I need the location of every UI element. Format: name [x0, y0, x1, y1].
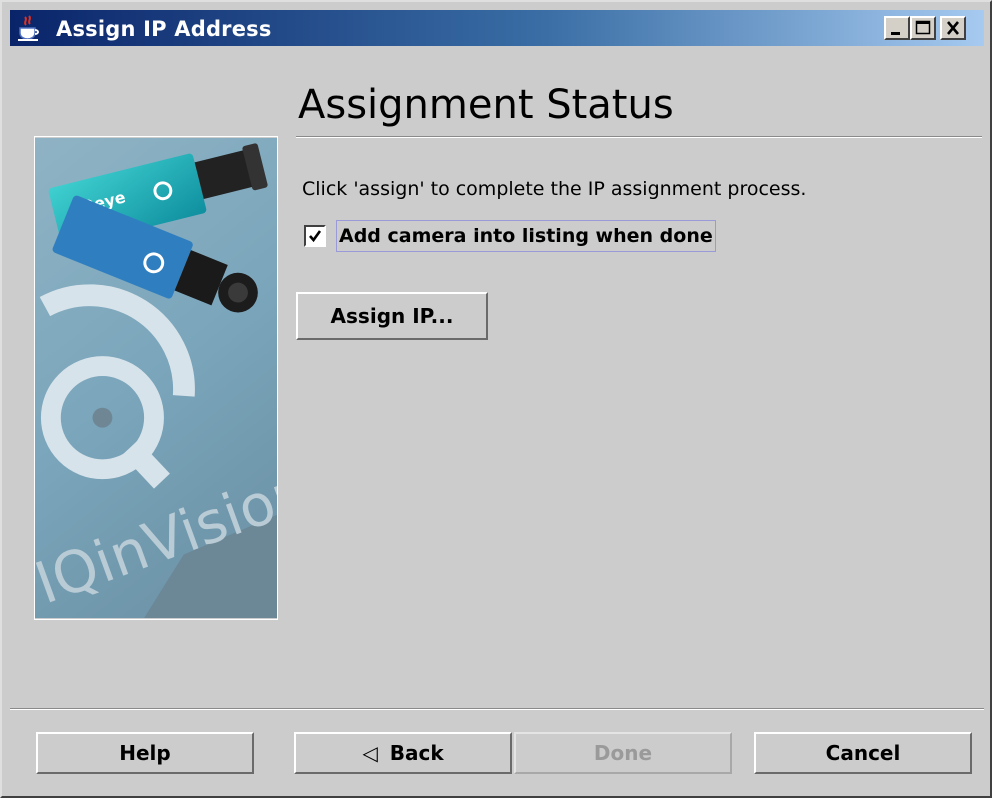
help-button[interactable]: Help [36, 732, 254, 774]
close-button[interactable] [940, 16, 966, 40]
maximize-icon [915, 20, 931, 35]
assign-ip-window: Assign IP Address Assignment Status IQey… [0, 0, 992, 798]
page-title: Assignment Status [298, 82, 674, 128]
assign-ip-button[interactable]: Assign IP... [296, 292, 488, 340]
left-arrow-icon: ◁ [362, 741, 378, 765]
instruction-text: Click 'assign' to complete the IP assign… [302, 178, 807, 200]
back-button[interactable]: ◁ Back [294, 732, 512, 774]
back-button-label: Back [389, 741, 444, 765]
cancel-button[interactable]: Cancel [754, 732, 972, 774]
add-camera-checkbox-label[interactable]: Add camera into listing when done [336, 220, 716, 252]
window-title: Assign IP Address [56, 17, 272, 41]
maximize-button[interactable] [910, 16, 936, 40]
minimize-button[interactable] [884, 16, 910, 40]
checkmark-icon [309, 230, 322, 243]
minimize-icon [891, 32, 900, 35]
footer-divider [10, 708, 984, 710]
product-banner-image: IQeye IQinVision [34, 136, 278, 620]
done-button[interactable]: Done [514, 732, 732, 774]
add-camera-checkbox[interactable] [304, 225, 326, 247]
java-cup-icon [18, 15, 39, 41]
heading-divider [296, 136, 982, 138]
close-icon [947, 21, 959, 35]
title-bar[interactable]: Assign IP Address [10, 10, 984, 46]
